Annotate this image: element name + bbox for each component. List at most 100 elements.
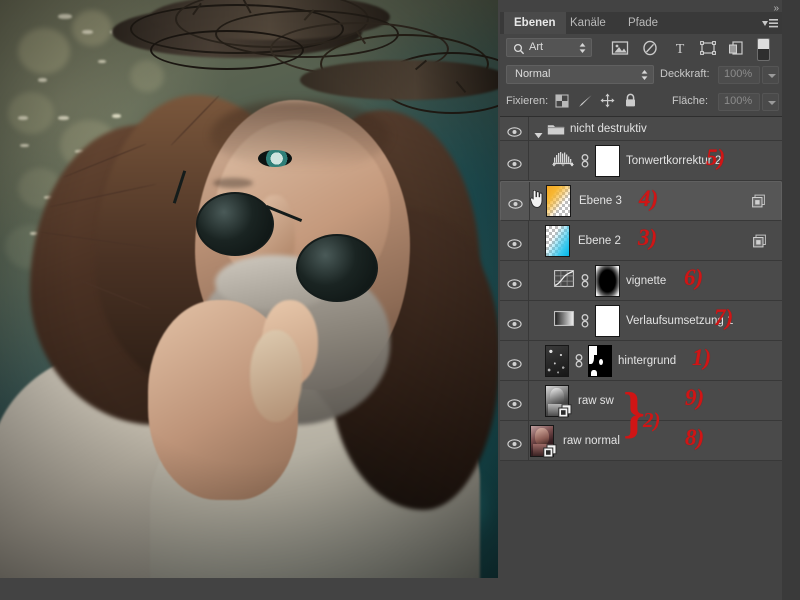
opacity-field[interactable]: 100%: [718, 66, 760, 84]
layer-mask-thumbnail[interactable]: [595, 144, 620, 177]
filter-type-icon[interactable]: T: [670, 40, 692, 57]
visibility-cell[interactable]: [500, 261, 529, 300]
visibility-cell[interactable]: [500, 381, 529, 420]
visibility-cell[interactable]: [500, 221, 529, 260]
opacity-stepper[interactable]: [762, 66, 779, 84]
smart-object-badge-icon: [752, 194, 765, 208]
smart-object-badge-icon: [543, 444, 557, 463]
opacity-label: Deckkraft:: [660, 68, 710, 80]
link-mask-icon[interactable]: [580, 273, 590, 288]
layer-name[interactable]: raw sw: [578, 395, 614, 407]
chevron-updown-icon: [641, 69, 648, 81]
annotation-brace-label: 2): [643, 408, 661, 432]
annotation-number: 7): [714, 305, 734, 330]
annotation-brace: }: [623, 382, 646, 444]
layer-row-ebene-3[interactable]: Ebene 3 4): [500, 181, 782, 221]
opacity-value: 100%: [724, 68, 753, 80]
levels-adjustment-icon: [552, 150, 574, 171]
eye-icon[interactable]: [507, 356, 522, 369]
layer-mask-thumbnail-vignette[interactable]: [595, 264, 620, 297]
layer-filter-row: Art T: [500, 34, 782, 62]
filter-kind-select[interactable]: Art: [506, 38, 592, 57]
visibility-cell[interactable]: [501, 182, 530, 220]
annotation-number: 5): [706, 145, 726, 170]
fill-label: Fläche:: [672, 95, 709, 107]
layer-row-group[interactable]: nicht destruktiv: [500, 117, 782, 141]
layer-mask-thumbnail[interactable]: [595, 304, 620, 337]
eye-icon[interactable]: [507, 236, 522, 249]
visibility-cell[interactable]: [500, 341, 529, 380]
chevron-updown-icon: [579, 42, 586, 54]
tab-pfade[interactable]: Pfade: [618, 12, 668, 34]
filter-shape-icon[interactable]: [698, 40, 720, 57]
eye-icon[interactable]: [508, 196, 523, 209]
layer-row-vignette[interactable]: vignette 6): [500, 261, 782, 301]
link-mask-icon[interactable]: [580, 313, 590, 328]
eye-icon[interactable]: [507, 436, 522, 449]
tab-kanaele[interactable]: Kanäle: [560, 12, 616, 34]
panel-menu-icon[interactable]: [762, 17, 778, 29]
panel-tabbar: Ebenen Kanäle Pfade: [500, 12, 782, 35]
filter-adjustment-icon[interactable]: [640, 40, 662, 57]
layer-thumbnail-orange-gradient[interactable]: [546, 185, 571, 217]
annotation-number: 6): [684, 265, 704, 290]
layer-row-hintergrund[interactable]: hintergrund 1): [500, 341, 782, 381]
visibility-cell[interactable]: [500, 117, 529, 140]
layer-thumbnail-cyan-gradient[interactable]: [545, 224, 570, 257]
fill-stepper[interactable]: [762, 93, 779, 111]
blend-mode-select[interactable]: Normal: [506, 65, 654, 84]
layers-panel: » Ebenen Kanäle Pfade Art T Normal Deckk…: [500, 0, 800, 600]
thumb-gradient: [546, 225, 569, 256]
thumb-gradient: [547, 186, 570, 216]
blend-mode-value: Normal: [515, 68, 551, 80]
lock-image-icon[interactable]: [578, 94, 594, 113]
mask-shape: [591, 369, 597, 376]
mask-shape: [589, 353, 594, 364]
annotation-number: 9): [685, 385, 705, 410]
fill-value: 100%: [724, 95, 753, 107]
filter-pixel-icon[interactable]: [610, 40, 632, 57]
layer-mask-thumbnail-silhouette[interactable]: [588, 344, 612, 377]
layer-row-tonwertkorrektur-2[interactable]: Tonwertkorrektur 2 5): [500, 141, 782, 181]
vignette-overlay: [0, 0, 498, 578]
folder-icon: [547, 122, 565, 141]
layer-name[interactable]: hintergrund: [618, 355, 676, 367]
layer-name[interactable]: Ebene 3: [579, 195, 622, 207]
visibility-cell[interactable]: [500, 421, 529, 460]
layer-name[interactable]: vignette: [626, 275, 666, 287]
link-mask-icon[interactable]: [574, 353, 584, 368]
hand-cursor-icon: [530, 189, 544, 208]
eye-icon[interactable]: [507, 276, 522, 289]
link-mask-icon[interactable]: [580, 153, 590, 168]
filter-toggle-switch[interactable]: [757, 38, 770, 61]
annotation-number: 1): [692, 345, 712, 370]
lock-row: Fixieren: Fläche: 100%: [500, 88, 782, 117]
visibility-cell[interactable]: [500, 141, 529, 180]
lock-position-icon[interactable]: [600, 93, 615, 113]
visibility-cell[interactable]: [500, 301, 529, 340]
eye-icon[interactable]: [507, 156, 522, 169]
search-icon: [513, 42, 525, 55]
eye-icon[interactable]: [507, 124, 522, 137]
canvas-image: [0, 0, 498, 578]
fill-field[interactable]: 100%: [718, 93, 760, 111]
lock-all-icon[interactable]: [624, 93, 637, 113]
lock-label: Fixieren:: [506, 95, 549, 107]
blend-mode-row: Normal Deckkraft: 100%: [500, 62, 782, 88]
smart-object-badge-icon: [753, 234, 766, 247]
filter-smartobject-icon[interactable]: [726, 40, 748, 57]
annotation-number: 8): [685, 425, 705, 450]
photo-canvas[interactable]: [0, 0, 498, 578]
eye-icon[interactable]: [507, 316, 522, 329]
tab-ebenen[interactable]: Ebenen: [504, 12, 566, 34]
layer-name[interactable]: raw normal: [563, 435, 620, 447]
layer-name[interactable]: nicht destruktiv: [570, 123, 647, 135]
layer-row-ebene-2[interactable]: Ebene 2 3): [500, 221, 782, 261]
layer-row-verlaufsumsetzung-1[interactable]: Verlaufsumsetzung 1 7): [500, 301, 782, 341]
lock-transparency-icon[interactable]: [555, 94, 569, 113]
gradient-map-adjustment-icon: [554, 310, 574, 331]
layer-name[interactable]: Ebene 2: [578, 235, 621, 247]
layer-thumbnail-speckle[interactable]: [545, 344, 569, 377]
mask-shape: [599, 358, 603, 365]
eye-icon[interactable]: [507, 396, 522, 409]
